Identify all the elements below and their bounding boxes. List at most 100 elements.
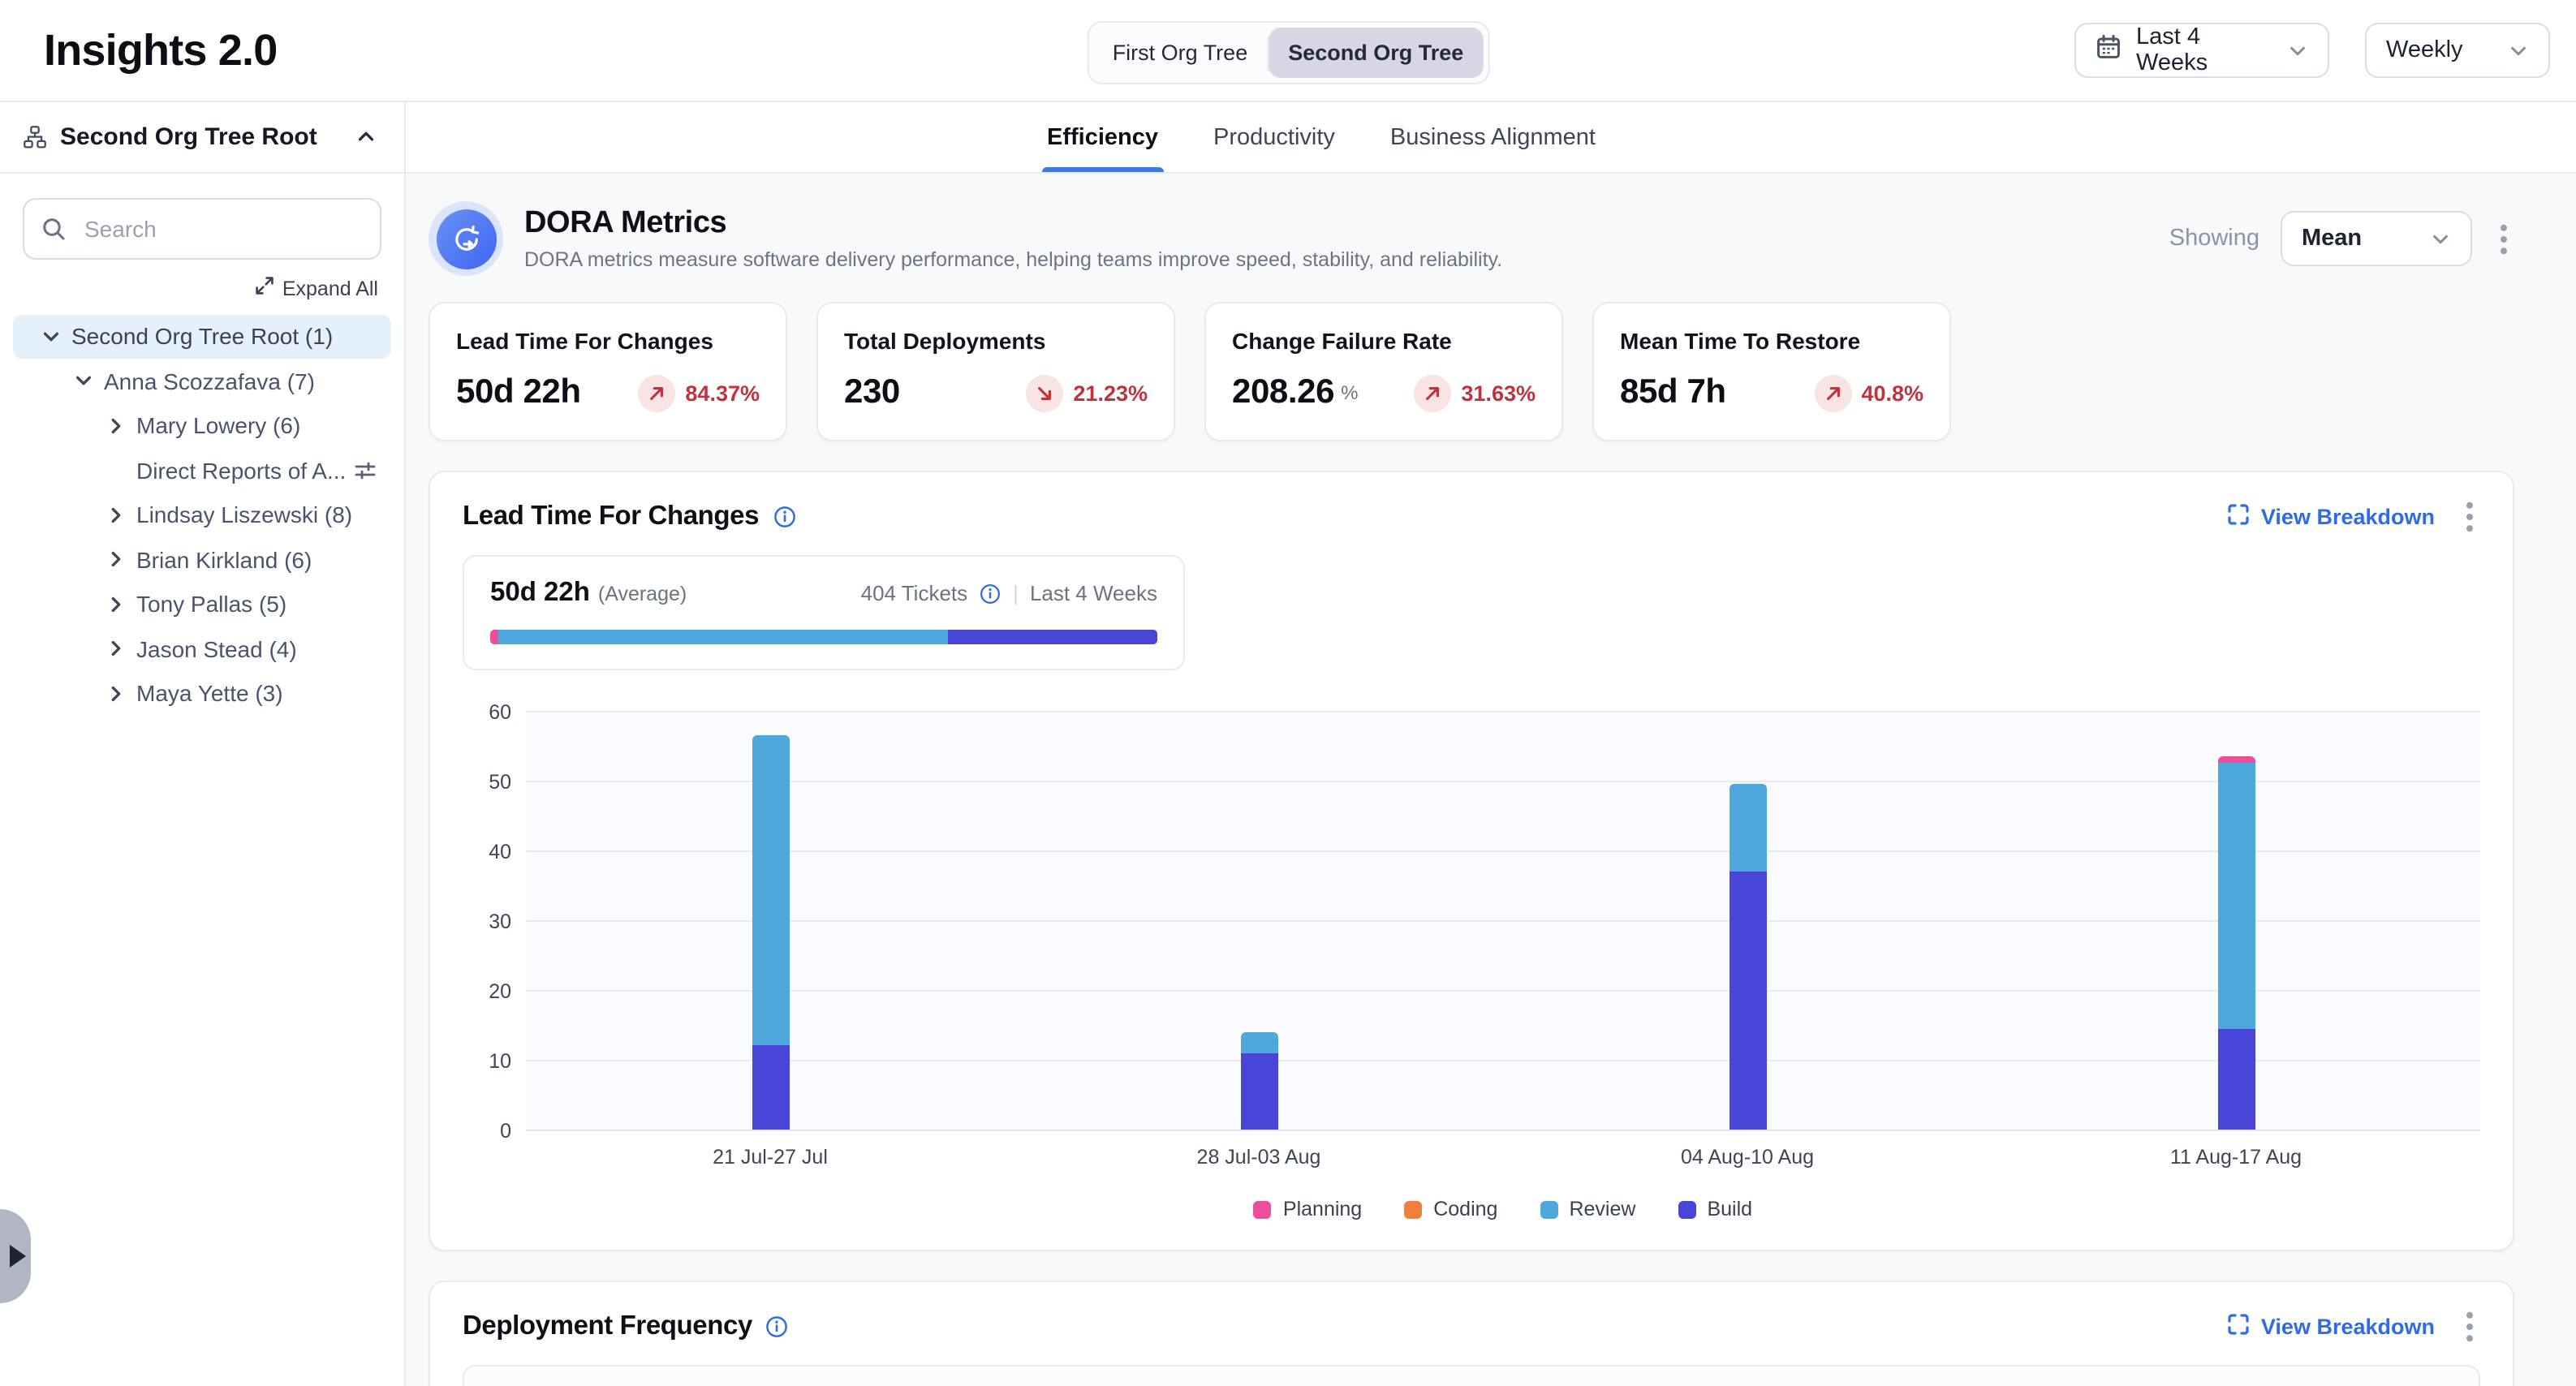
chevron-right-icon[interactable]: [106, 683, 136, 704]
calendar-icon: [2096, 34, 2122, 67]
lead-time-chart: 0102030405060: [463, 712, 2480, 1131]
collapse-chevron-up-icon[interactable]: [351, 122, 381, 153]
deployment-frequency-title: Deployment Frequency: [463, 1311, 752, 1342]
chevron-right-icon[interactable]: [106, 594, 136, 615]
tree-item-label: Maya Yette (3): [136, 681, 283, 707]
legend-swatch: [1540, 1200, 1557, 1218]
bar-segment-planning[interactable]: [2217, 756, 2255, 764]
view-breakdown-button[interactable]: View Breakdown: [2227, 1313, 2435, 1341]
tree-item[interactable]: Anna Scozzafava (7): [13, 359, 391, 402]
info-icon[interactable]: [979, 582, 1002, 605]
legend-item-coding: Coding: [1404, 1198, 1497, 1220]
tree-item-label: Brian Kirkland (6): [136, 547, 312, 573]
view-breakdown-label: View Breakdown: [2261, 1315, 2435, 1339]
dora-texts: DORA Metrics DORA metrics measure softwa…: [524, 206, 1502, 271]
tree-item[interactable]: Tony Pallas (5): [13, 583, 391, 626]
bar-segment-review[interactable]: [1729, 784, 1766, 872]
bar-segment-build[interactable]: [1729, 872, 1766, 1130]
y-axis-tick: 0: [500, 1120, 511, 1143]
tab-bar: Efficiency Productivity Business Alignment: [406, 102, 2576, 174]
expand-all-button[interactable]: Expand All: [26, 276, 378, 300]
bar-segment-build[interactable]: [2217, 1028, 2255, 1130]
kebab-menu-icon[interactable]: [2459, 1308, 2480, 1345]
tab-business-alignment[interactable]: Business Alignment: [1390, 102, 1596, 172]
filter-sliders-icon[interactable]: [354, 459, 377, 482]
deployment-panel-header: Deployment Frequency View Breakdown: [463, 1308, 2480, 1345]
chevron-right-icon[interactable]: [106, 415, 136, 437]
info-icon[interactable]: [772, 505, 796, 529]
date-range-value: Last 4 Weeks: [2136, 24, 2272, 76]
chevron-down-icon: [2430, 228, 2451, 249]
tree-item-label: Tony Pallas (5): [136, 592, 286, 618]
metric-card-title: Change Failure Rate: [1232, 328, 1536, 354]
y-axis-tick: 20: [489, 980, 511, 1003]
metric-delta-value: 40.8%: [1861, 381, 1923, 405]
metric-delta-value: 84.37%: [685, 381, 760, 405]
gridline: [526, 1130, 2480, 1131]
tree-item[interactable]: Second Org Tree Root (1): [13, 315, 391, 358]
bar-segment-review[interactable]: [2217, 764, 2255, 1029]
chevron-down-icon: [2287, 40, 2308, 61]
showing-select[interactable]: Mean: [2281, 211, 2472, 266]
dora-metric-cards: Lead Time For Changes50d 22h84.37%Total …: [429, 302, 2514, 441]
org-toggle-option-2[interactable]: Second Org Tree: [1269, 28, 1483, 78]
gridline: [526, 711, 2480, 712]
tree-item[interactable]: Lindsay Liszewski (8): [13, 493, 391, 536]
bar-segment-build[interactable]: [752, 1046, 789, 1130]
search-input[interactable]: [23, 198, 381, 260]
tab-efficiency[interactable]: Efficiency: [1047, 102, 1158, 172]
metric-delta: 40.8%: [1814, 374, 1923, 411]
legend-item-planning: Planning: [1254, 1198, 1362, 1220]
chevron-down-icon[interactable]: [73, 371, 104, 392]
tab-productivity[interactable]: Productivity: [1213, 102, 1335, 172]
x-axis-label: 04 Aug-10 Aug: [1681, 1146, 1814, 1169]
phase-segment-review: [498, 630, 947, 644]
dora-title: DORA Metrics: [524, 206, 1502, 242]
granularity-select[interactable]: Weekly: [2365, 23, 2550, 78]
lead-time-title: Lead Time For Changes: [463, 501, 759, 532]
info-icon[interactable]: [765, 1315, 790, 1339]
x-axis-label: 28 Jul-03 Aug: [1197, 1146, 1321, 1169]
expand-all-label: Expand All: [282, 277, 378, 299]
kebab-menu-icon[interactable]: [2493, 220, 2514, 257]
top-bar: Insights 2.0 First Org TreeSecond Org Tr…: [0, 0, 2576, 101]
tree-item[interactable]: Direct Reports of A...: [13, 449, 391, 492]
expand-all-icon: [255, 276, 274, 300]
tree-item[interactable]: Brian Kirkland (6): [13, 538, 391, 581]
metric-card: Total Deployments23021.23%: [816, 302, 1175, 441]
date-range-select[interactable]: Last 4 Weeks: [2074, 23, 2329, 78]
trend-up-icon: [638, 374, 675, 411]
bar-segment-build[interactable]: [1240, 1052, 1277, 1130]
dora-header: DORA Metrics DORA metrics measure softwa…: [429, 201, 2514, 276]
y-axis-tick: 40: [489, 841, 511, 863]
insights-app: Insights 2.0 First Org TreeSecond Org Tr…: [0, 0, 2576, 1386]
chevron-right-icon[interactable]: [106, 549, 136, 570]
trend-up-icon: [1814, 374, 1851, 411]
bar-segment-review[interactable]: [1240, 1032, 1277, 1053]
tree-item[interactable]: Maya Yette (3): [13, 672, 391, 715]
deployment-summary-card: [463, 1365, 2480, 1386]
tree-item[interactable]: Jason Stead (4): [13, 627, 391, 670]
gridline: [526, 920, 2480, 922]
y-axis-tick: 50: [489, 771, 511, 794]
top-right-controls: Last 4 Weeks Weekly: [2074, 23, 2550, 78]
chevron-down-icon[interactable]: [41, 326, 71, 347]
deployment-frequency-panel: Deployment Frequency View Breakdown: [429, 1281, 2514, 1386]
chevron-right-icon[interactable]: [106, 505, 136, 526]
sidebar-header-label: Second Org Tree Root: [60, 123, 317, 151]
metric-card: Change Failure Rate208.26%31.63%: [1204, 302, 1563, 441]
org-toggle-option-1[interactable]: First Org Tree: [1093, 28, 1268, 78]
tree-item[interactable]: Mary Lowery (6): [13, 404, 391, 447]
metric-card-value: 208.26: [1232, 373, 1334, 412]
lead-time-panel-header: Lead Time For Changes View Breakdown: [463, 498, 2480, 536]
search-icon: [41, 216, 67, 250]
granularity-value: Weekly: [2386, 37, 2463, 63]
bar-segment-review[interactable]: [752, 735, 789, 1046]
gridline: [526, 781, 2480, 782]
metric-delta: 31.63%: [1414, 374, 1536, 411]
view-breakdown-button[interactable]: View Breakdown: [2227, 503, 2435, 531]
chevron-right-icon[interactable]: [106, 639, 136, 660]
kebab-menu-icon[interactable]: [2459, 498, 2480, 536]
legend-label: Coding: [1433, 1198, 1497, 1220]
main-area: Efficiency Productivity Business Alignment…: [406, 102, 2576, 1386]
